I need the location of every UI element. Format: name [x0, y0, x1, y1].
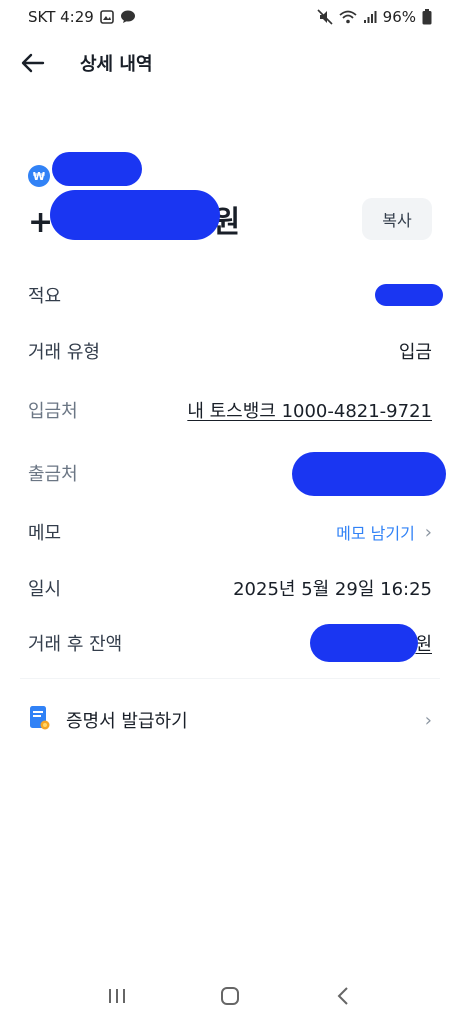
app-header: 상세 내역 [0, 38, 460, 88]
redaction-mark [292, 452, 446, 496]
chat-icon [120, 10, 136, 24]
recent-apps-button[interactable] [97, 976, 137, 1016]
detail-value: 입금 [398, 342, 432, 363]
redaction-mark [375, 284, 443, 306]
detail-row-datetime: 일시 2025년 5월 29일 16:25 [28, 573, 432, 603]
deposit-account-link[interactable]: 내 토스뱅크 1000-4821-9721 [187, 397, 432, 423]
status-right: 96% [317, 8, 432, 26]
battery-icon [422, 9, 432, 25]
page-title: 상세 내역 [80, 54, 153, 75]
detail-value: 2025년 5월 29일 16:25 [233, 579, 432, 600]
carrier-time: SKT 4:29 [28, 8, 94, 26]
detail-label: 거래 후 잔액 [28, 634, 123, 655]
back-nav-button[interactable] [323, 976, 363, 1016]
home-button[interactable] [210, 976, 250, 1016]
detail-label: 출금처 [28, 464, 78, 485]
detail-label: 거래 유형 [28, 342, 100, 363]
home-icon [220, 987, 239, 1005]
detail-row-summary: 적요 [28, 280, 432, 310]
redaction-mark [52, 152, 142, 186]
recent-apps-icon [108, 989, 125, 1003]
redaction-mark [50, 190, 220, 240]
issue-certificate-button[interactable]: 증명서 발급하기 › [28, 702, 432, 738]
certificate-label: 증명서 발급하기 [66, 711, 188, 732]
detail-label: 메모 [28, 523, 62, 544]
wifi-icon [339, 10, 357, 24]
detail-row-deposit-to: 입금처 내 토스뱅크 1000-4821-9721 [28, 395, 432, 425]
chevron-right-icon: › [424, 521, 432, 543]
signal-icon [363, 10, 377, 24]
back-button[interactable] [16, 46, 50, 80]
status-bar: SKT 4:29 96% [0, 0, 460, 34]
divider [20, 678, 440, 679]
gallery-icon [100, 10, 114, 24]
detail-label: 적요 [28, 286, 62, 307]
cert-left: 증명서 발급하기 [28, 705, 188, 735]
chevron-right-icon: › [424, 709, 432, 731]
system-nav-bar [0, 968, 460, 1024]
detail-row-memo: 메모 메모 남기기 › [28, 517, 432, 547]
document-icon [28, 705, 52, 735]
chevron-left-icon [337, 987, 349, 1005]
leave-memo-button[interactable]: 메모 남기기 › [336, 520, 432, 544]
arrow-left-icon [21, 53, 45, 73]
bank-logo-icon: ₩ [28, 165, 50, 187]
status-left: SKT 4:29 [28, 8, 136, 26]
detail-label: 일시 [28, 579, 62, 600]
redaction-mark [310, 624, 418, 662]
detail-row-type: 거래 유형 입금 [28, 336, 432, 366]
detail-label: 입금처 [28, 401, 78, 422]
mute-icon [317, 9, 333, 25]
memo-link-label: 메모 남기기 [336, 524, 415, 543]
amount-prefix: + [28, 205, 53, 240]
battery-percent: 96% [382, 8, 416, 26]
copy-button[interactable]: 복사 [362, 198, 432, 240]
